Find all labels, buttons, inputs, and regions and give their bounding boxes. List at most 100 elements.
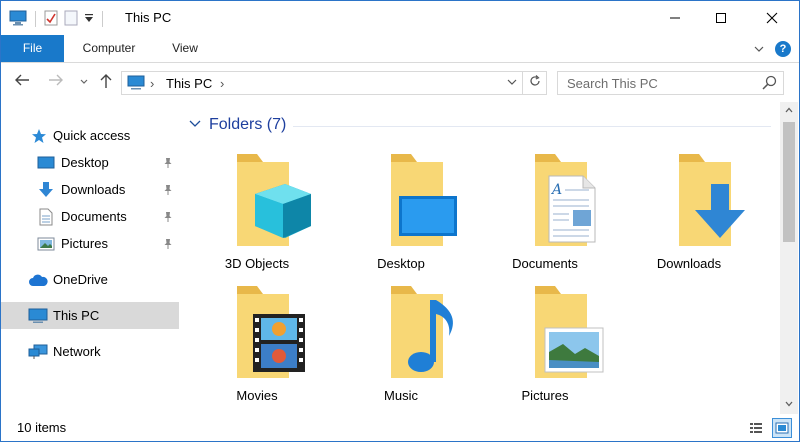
- folder-tile-music[interactable]: Music: [341, 282, 461, 410]
- toolbar-separator: [35, 11, 36, 27]
- status-bar: 10 items: [1, 414, 799, 441]
- back-button[interactable]: [11, 73, 33, 93]
- breadcrumb-separator-icon[interactable]: ›: [220, 76, 224, 91]
- large-icons-view-icon: [775, 422, 789, 434]
- sidebar-item-downloads[interactable]: Downloads: [1, 176, 179, 203]
- scrollbar-thumb[interactable]: [783, 122, 795, 242]
- computer-icon[interactable]: [9, 10, 27, 29]
- recent-locations-button[interactable]: [73, 73, 95, 93]
- sidebar-item-onedrive[interactable]: OneDrive: [1, 266, 179, 293]
- chevron-down-icon: [507, 79, 517, 85]
- ribbon-tabs: File Computer View ?: [1, 35, 799, 63]
- sidebar-item-this-pc[interactable]: This PC: [1, 302, 179, 329]
- refresh-icon: [529, 75, 540, 86]
- document-page-icon: A: [535, 154, 596, 246]
- details-view-icon: [750, 423, 762, 433]
- sidebar-item-label: Downloads: [61, 182, 126, 197]
- large-icons-view-button[interactable]: [772, 418, 792, 438]
- folder-tile-desktop[interactable]: Desktop: [341, 150, 461, 278]
- close-button[interactable]: [749, 1, 795, 35]
- down-arrow-icon: [679, 154, 745, 246]
- help-icon[interactable]: ?: [775, 41, 791, 57]
- refresh-button[interactable]: [522, 72, 546, 94]
- cloud-icon: [28, 271, 48, 289]
- vertical-scrollbar[interactable]: [780, 102, 798, 414]
- documents-icon: [36, 208, 56, 226]
- properties-icon[interactable]: [44, 10, 58, 29]
- customize-toolbar-icon[interactable]: [84, 12, 94, 27]
- forward-arrow-icon: [49, 74, 63, 86]
- details-view-button[interactable]: [746, 418, 766, 438]
- search-icon[interactable]: [761, 75, 779, 91]
- navigation-bar: › This PC ›: [1, 64, 799, 102]
- maximize-button[interactable]: [698, 1, 744, 35]
- expand-ribbon-icon[interactable]: [753, 43, 765, 55]
- folder-tile-3d-objects[interactable]: 3D Objects: [197, 150, 317, 278]
- pin-icon[interactable]: [162, 238, 174, 250]
- explorer-window: This PC File Computer View ? › This PC ›…: [0, 0, 800, 442]
- music-note-icon: [391, 286, 453, 378]
- address-history-button[interactable]: [502, 72, 522, 94]
- sidebar-item-label: Network: [53, 344, 101, 359]
- forward-button[interactable]: [45, 73, 67, 93]
- sidebar-item-pictures[interactable]: Pictures: [1, 230, 179, 257]
- up-arrow-icon: [100, 74, 112, 88]
- search-input[interactable]: [558, 72, 758, 94]
- chevron-down-icon[interactable]: [189, 118, 201, 132]
- new-folder-icon[interactable]: [64, 10, 78, 29]
- folder-tile-movies[interactable]: Movies: [197, 282, 317, 410]
- sidebar-item-label: Documents: [61, 209, 127, 224]
- sidebar-item-quick-access[interactable]: Quick access: [1, 122, 179, 149]
- folder-tile-pictures[interactable]: Pictures: [485, 282, 605, 410]
- folder-label: Music: [384, 388, 418, 403]
- search-box[interactable]: [557, 71, 784, 95]
- title-bar: This PC: [1, 1, 799, 35]
- tab-file[interactable]: File: [1, 35, 64, 62]
- breadcrumb-separator-icon[interactable]: ›: [150, 76, 154, 91]
- navigation-pane: Quick access Desktop Downloads Documents: [1, 102, 179, 414]
- folder-label: Documents: [512, 256, 578, 271]
- monitor-icon: [391, 154, 457, 246]
- chevron-down-icon: [80, 79, 88, 84]
- downloads-icon: [36, 181, 56, 199]
- pin-icon[interactable]: [162, 157, 174, 169]
- cube-icon: [237, 154, 311, 246]
- sidebar-item-desktop[interactable]: Desktop: [1, 149, 179, 176]
- scroll-down-button[interactable]: [780, 396, 798, 414]
- sidebar-item-network[interactable]: Network: [1, 338, 179, 365]
- window-title: This PC: [125, 10, 172, 25]
- toolbar-separator: [102, 11, 103, 27]
- desktop-icon: [36, 154, 56, 172]
- star-icon: [29, 127, 49, 145]
- folder-label: Desktop: [377, 256, 425, 271]
- svg-text:A: A: [550, 182, 562, 198]
- group-title: Folders (7): [209, 116, 287, 133]
- folder-label: Pictures: [521, 388, 569, 403]
- tab-computer[interactable]: Computer: [73, 35, 145, 62]
- back-arrow-icon: [15, 74, 29, 86]
- computer-icon: [127, 75, 145, 90]
- breadcrumb-this-pc[interactable]: This PC: [166, 76, 212, 91]
- minimize-button[interactable]: [652, 1, 698, 35]
- folder-label: Movies: [236, 388, 278, 403]
- folder-tile-downloads[interactable]: Downloads: [629, 150, 749, 278]
- sidebar-item-label: Desktop: [61, 155, 109, 170]
- up-button[interactable]: [95, 73, 117, 93]
- folders-group-header[interactable]: Folders (7): [189, 116, 286, 134]
- group-divider: [293, 126, 771, 127]
- quick-access-toolbar: [9, 9, 105, 29]
- folder-label: Downloads: [656, 256, 722, 271]
- pin-icon[interactable]: [162, 184, 174, 196]
- sidebar-item-label: Pictures: [61, 236, 108, 251]
- folder-tile-documents[interactable]: A Documents: [485, 150, 605, 278]
- sidebar-item-label: This PC: [53, 308, 100, 323]
- chevron-up-icon: [785, 107, 793, 113]
- scroll-up-button[interactable]: [780, 102, 798, 120]
- pin-icon[interactable]: [162, 211, 174, 223]
- address-bar[interactable]: › This PC ›: [121, 71, 547, 95]
- maximize-icon: [716, 13, 726, 23]
- tab-view[interactable]: View: [159, 35, 211, 62]
- network-icon: [28, 343, 48, 361]
- sidebar-item-documents[interactable]: Documents: [1, 203, 179, 230]
- item-count: 10 items: [17, 420, 67, 435]
